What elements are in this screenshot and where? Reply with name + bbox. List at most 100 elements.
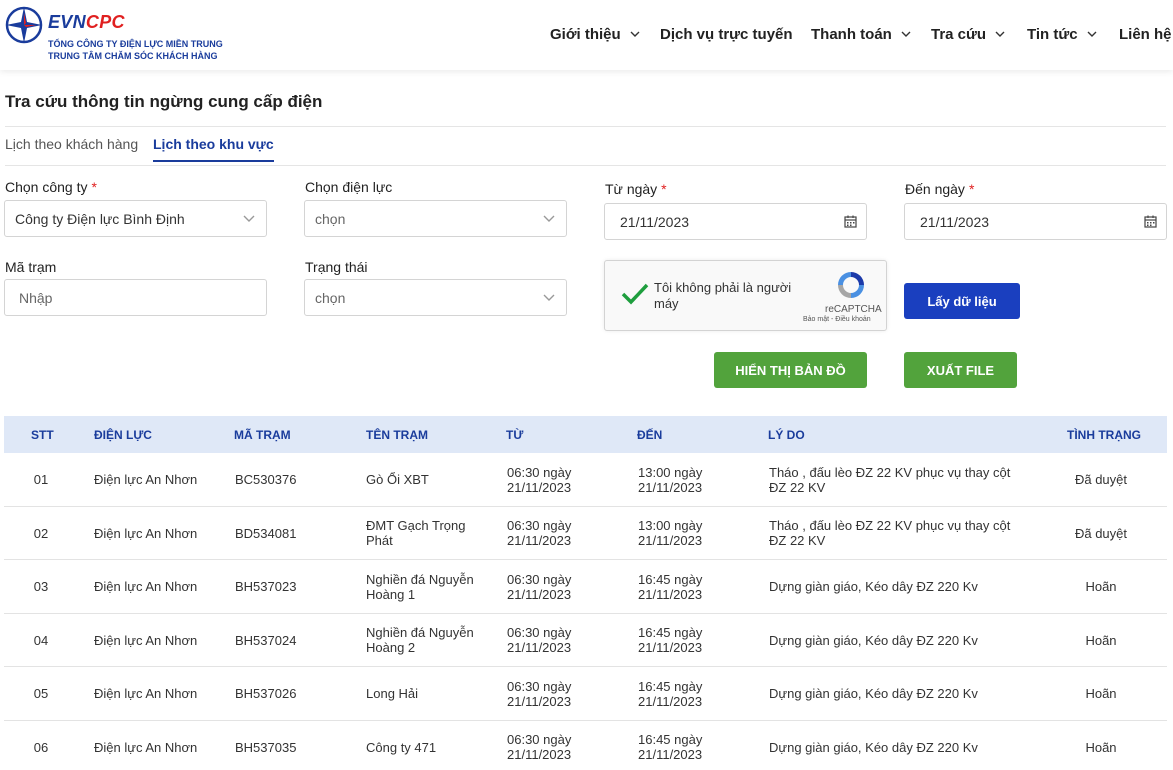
- cell-dien-luc: Điện lực An Nhơn: [94, 525, 198, 541]
- cell-den: 16:45 ngày 21/11/2023: [638, 625, 703, 656]
- cell-tinh-trang: Đã duyệt: [1074, 525, 1128, 541]
- page-title: Tra cứu thông tin ngừng cung cấp điện: [5, 92, 323, 111]
- brand-subtitle-2: TRUNG TÂM CHĂM SÓC KHÁCH HÀNG: [48, 51, 218, 61]
- captcha-text: Tôi không phải là người máy: [654, 280, 792, 311]
- cell-ma-tram: BC530376: [235, 472, 297, 488]
- tab-by-area[interactable]: Lịch theo khu vực: [153, 136, 274, 162]
- site-header: EVNCPC TỔNG CÔNG TY ĐIỆN LỰC MIỀN TRUNG …: [0, 0, 1173, 70]
- chevron-down-icon: [1087, 31, 1097, 37]
- cell-den: 16:45 ngày 21/11/2023: [638, 732, 703, 763]
- cell-dien-luc: Điện lực An Nhơn: [94, 686, 198, 702]
- cell-ten-tram: Long Hải: [366, 686, 419, 702]
- cell-ly-do: Tháo , đấu lèo ĐZ 22 KV phục vụ thay cột…: [769, 518, 1011, 549]
- chevron-down-icon: [630, 31, 640, 37]
- check-icon[interactable]: [620, 281, 650, 307]
- cell-dien-luc: Điện lực An Nhơn: [94, 472, 198, 488]
- table-row[interactable]: 02 Điện lực An Nhơn BD534081 ĐMT Gạch Tr…: [4, 507, 1167, 560]
- table-row[interactable]: 03 Điện lực An Nhơn BH537023 Nghiền đá N…: [4, 560, 1167, 614]
- col-header-tinh-trang[interactable]: TÌNH TRẠNG: [1067, 428, 1141, 442]
- nav-item-tra-cuu[interactable]: Tra cứu: [931, 24, 1006, 44]
- col-header-dien-luc[interactable]: ĐIỆN LỰC: [94, 428, 152, 442]
- from-date-label: Từ ngày *: [605, 181, 667, 197]
- chevron-down-icon: [543, 294, 555, 301]
- cell-stt: 03: [33, 579, 49, 595]
- recaptcha-widget[interactable]: Tôi không phải là người máy reCAPTCHA Bả…: [604, 260, 887, 331]
- chevron-down-icon: [243, 215, 255, 222]
- cell-tu: 06:30 ngày 21/11/2023: [507, 518, 572, 549]
- table-row[interactable]: 04 Điện lực An Nhơn BH537024 Nghiền đá N…: [4, 614, 1167, 667]
- col-header-tu[interactable]: TỪ: [506, 428, 523, 442]
- cell-ma-tram: BH537024: [235, 632, 297, 648]
- col-header-den[interactable]: ĐẾN: [637, 428, 662, 442]
- cell-dien-luc: Điện lực An Nhơn: [94, 739, 198, 755]
- cell-tu: 06:30 ngày 21/11/2023: [507, 464, 572, 495]
- recaptcha-brand: reCAPTCHA: [825, 304, 882, 315]
- cell-ten-tram: Nghiền đá Nguyễn Hoàng 2: [366, 625, 474, 656]
- chevron-down-icon: [543, 215, 555, 222]
- calendar-icon[interactable]: [844, 215, 857, 228]
- cell-den: 16:45 ngày 21/11/2023: [638, 571, 703, 602]
- cell-stt: 05: [33, 686, 49, 702]
- recaptcha-links[interactable]: Bảo mật - Điều khoản: [803, 316, 871, 323]
- divider: [5, 126, 1166, 127]
- cell-ten-tram: Công ty 471: [366, 739, 437, 755]
- show-map-button[interactable]: HIỂN THỊ BẢN ĐỒ: [714, 352, 867, 388]
- table-row[interactable]: 01 Điện lực An Nhơn BC530376 Gò Ổi XBT 0…: [4, 453, 1167, 507]
- cell-den: 16:45 ngày 21/11/2023: [638, 678, 703, 709]
- cell-ly-do: Dựng giàn giáo, Kéo dây ĐZ 220 Kv: [769, 579, 978, 595]
- cell-tu: 06:30 ngày 21/11/2023: [507, 678, 572, 709]
- tab-by-customer[interactable]: Lịch theo khách hàng: [5, 136, 138, 152]
- cell-tinh-trang: Hoãn: [1085, 686, 1117, 702]
- status-select[interactable]: chọn: [304, 279, 567, 316]
- cell-stt: 01: [33, 472, 49, 488]
- table-row[interactable]: 05 Điện lực An Nhơn BH537026 Long Hải 06…: [4, 667, 1167, 721]
- cell-stt: 04: [33, 632, 49, 648]
- cell-dien-luc: Điện lực An Nhơn: [94, 579, 198, 595]
- fetch-data-button[interactable]: Lấy dữ liệu: [904, 283, 1020, 319]
- cell-tinh-trang: Hoãn: [1085, 739, 1117, 755]
- cell-tinh-trang: Đã duyệt: [1074, 472, 1128, 488]
- cell-den: 13:00 ngày 21/11/2023: [638, 464, 703, 495]
- cell-tinh-trang: Hoãn: [1085, 579, 1117, 595]
- brand-subtitle-1: TỔNG CÔNG TY ĐIỆN LỰC MIỀN TRUNG: [48, 39, 223, 49]
- col-header-ly-do[interactable]: LÝ DO: [768, 428, 805, 442]
- company-select[interactable]: Công ty Điện lực Bình Định: [4, 200, 267, 237]
- cell-den: 13:00 ngày 21/11/2023: [638, 518, 703, 549]
- cell-ten-tram: ĐMT Gạch Trọng Phát: [366, 518, 466, 549]
- cell-tu: 06:30 ngày 21/11/2023: [507, 732, 572, 763]
- nav-item-tin-tuc[interactable]: Tin tức: [1027, 24, 1098, 44]
- nav-item-dich-vu[interactable]: Dịch vụ trực tuyến: [660, 24, 793, 44]
- table-row[interactable]: 06 Điện lực An Nhơn BH537035 Công ty 471…: [4, 721, 1167, 770]
- cell-tu: 06:30 ngày 21/11/2023: [507, 625, 572, 656]
- cell-stt: 06: [33, 739, 49, 755]
- to-date-label: Đến ngày *: [905, 181, 975, 197]
- cell-dien-luc: Điện lực An Nhơn: [94, 632, 198, 648]
- station-input[interactable]: Nhập: [4, 279, 267, 316]
- chevron-down-icon: [995, 31, 1005, 37]
- col-header-ma-tram[interactable]: MÃ TRẠM: [234, 428, 291, 442]
- nav-item-gioi-thieu[interactable]: Giới thiệu: [550, 24, 641, 44]
- station-label: Mã trạm: [5, 259, 57, 275]
- export-file-button[interactable]: XUẤT FILE: [904, 352, 1017, 388]
- col-header-ten-tram[interactable]: TÊN TRẠM: [366, 428, 428, 442]
- power-select[interactable]: chọn: [304, 200, 567, 237]
- cell-ma-tram: BH537023: [235, 579, 297, 595]
- to-date-input[interactable]: 21/11/2023: [904, 203, 1167, 240]
- nav-item-thanh-toan[interactable]: Thanh toán: [811, 24, 912, 44]
- calendar-icon[interactable]: [1144, 215, 1157, 228]
- cell-ma-tram: BH537026: [235, 686, 297, 702]
- nav-item-lien-he[interactable]: Liên hệ: [1119, 24, 1172, 44]
- tabs-divider: [5, 165, 1166, 166]
- cell-tinh-trang: Hoãn: [1085, 632, 1117, 648]
- company-label: Chọn công ty *: [5, 179, 97, 195]
- cell-ly-do: Dựng giàn giáo, Kéo dây ĐZ 220 Kv: [769, 686, 978, 702]
- from-date-input[interactable]: 21/11/2023: [604, 203, 867, 240]
- cell-ma-tram: BH537035: [235, 739, 297, 755]
- col-header-stt[interactable]: STT: [31, 428, 54, 442]
- chevron-down-icon: [901, 31, 911, 37]
- cell-ly-do: Dựng giàn giáo, Kéo dây ĐZ 220 Kv: [769, 739, 978, 755]
- evn-logo-icon[interactable]: [4, 5, 44, 45]
- brand-name[interactable]: EVNCPC: [48, 12, 125, 33]
- status-label: Trạng thái: [305, 259, 368, 275]
- power-label: Chọn điện lực: [305, 179, 393, 195]
